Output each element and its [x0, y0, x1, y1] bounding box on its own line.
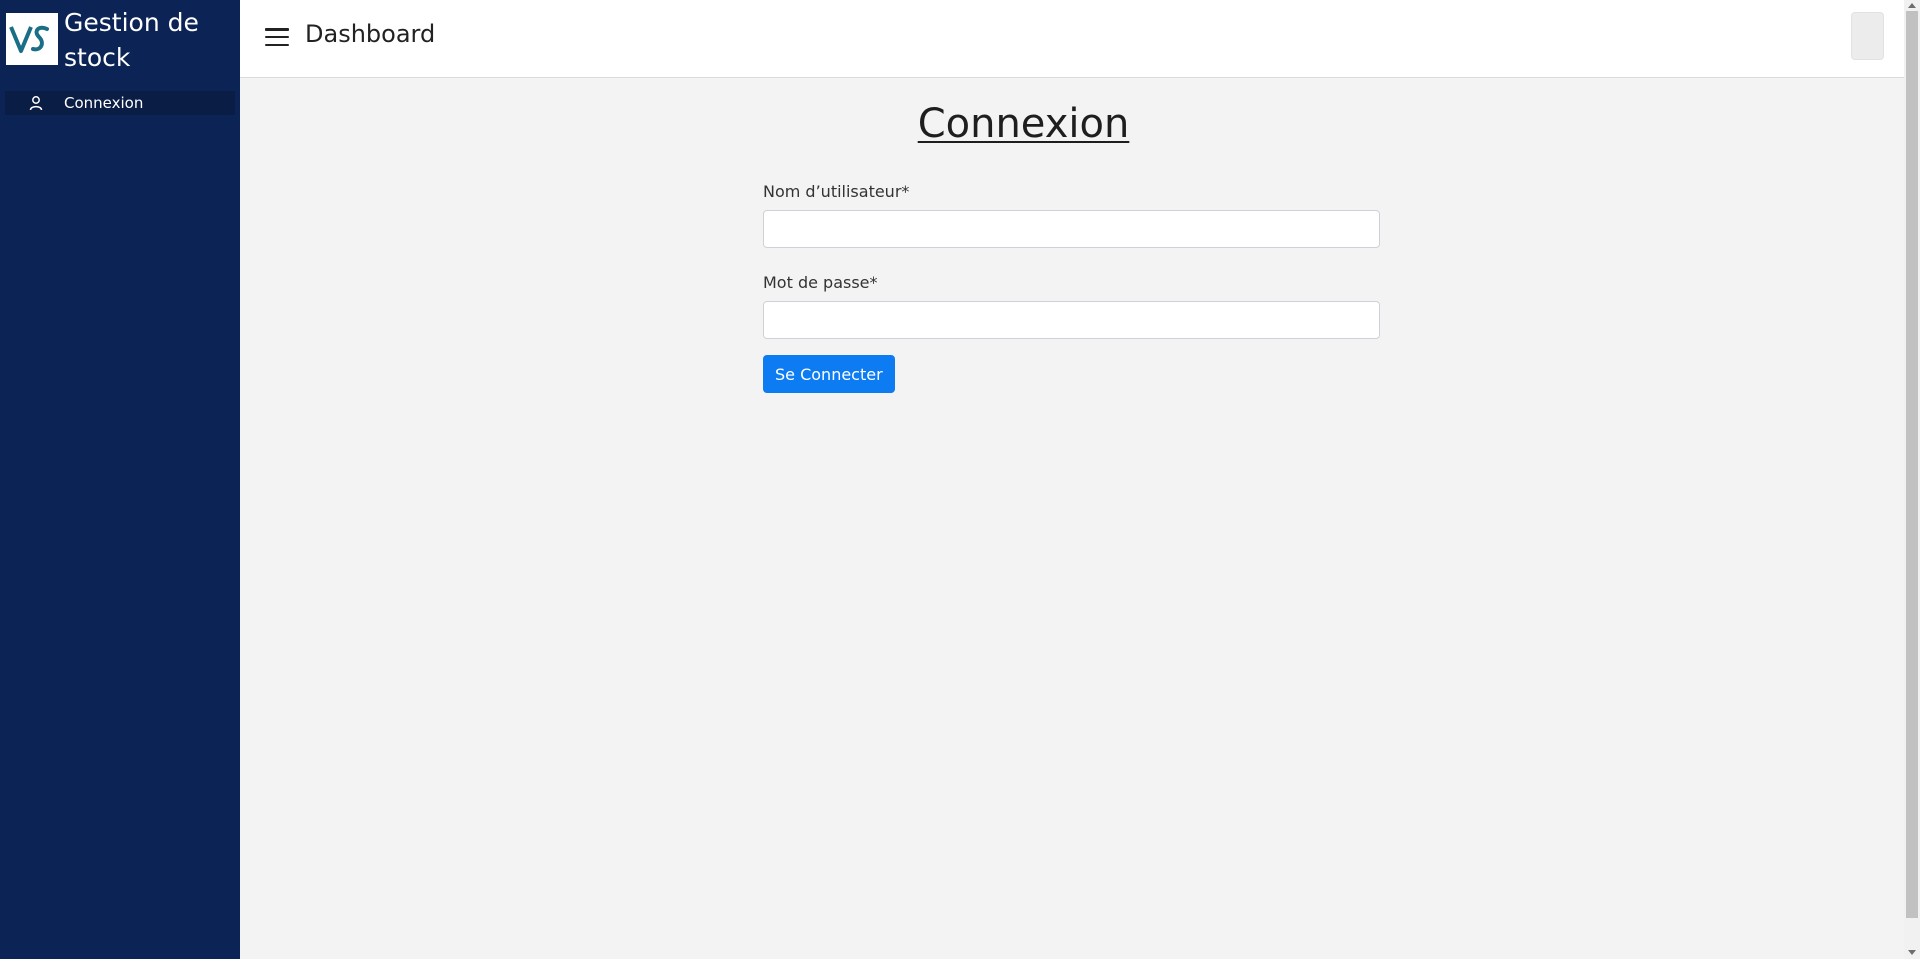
login-form: Nom d’utilisateur* Mot de passe* Se Conn…	[763, 182, 1380, 393]
main-content: Connexion Nom d’utilisateur* Mot de pass…	[240, 78, 1904, 959]
scroll-down-arrow-icon[interactable]	[1908, 950, 1916, 955]
avatar[interactable]	[1851, 12, 1884, 60]
username-field[interactable]	[763, 210, 1380, 248]
sidebar-item-label: Connexion	[64, 94, 144, 112]
hamburger-menu-icon[interactable]	[265, 26, 289, 48]
page-scrollbar[interactable]	[1904, 0, 1920, 959]
brand: Gestion de stock	[6, 5, 234, 75]
password-field[interactable]	[763, 301, 1380, 339]
username-label: Nom d’utilisateur*	[763, 182, 910, 201]
sidebar-item-connexion[interactable]: Connexion	[5, 91, 235, 115]
brand-title: Gestion de stock	[64, 8, 199, 72]
vs-logo-icon	[6, 13, 58, 65]
user-icon	[28, 95, 44, 111]
scrollbar-thumb[interactable]	[1906, 11, 1918, 918]
login-button[interactable]: Se Connecter	[763, 355, 895, 393]
topbar: Dashboard	[240, 0, 1904, 78]
page-header-title: Dashboard	[305, 20, 436, 48]
sidebar: Gestion de stock Connexion	[0, 0, 240, 959]
scroll-up-arrow-icon[interactable]	[1908, 3, 1916, 8]
page-title: Connexion	[917, 101, 1130, 147]
app-window: Gestion de stock Connexion Dashboard Con…	[0, 0, 1920, 959]
password-label: Mot de passe*	[763, 273, 878, 292]
